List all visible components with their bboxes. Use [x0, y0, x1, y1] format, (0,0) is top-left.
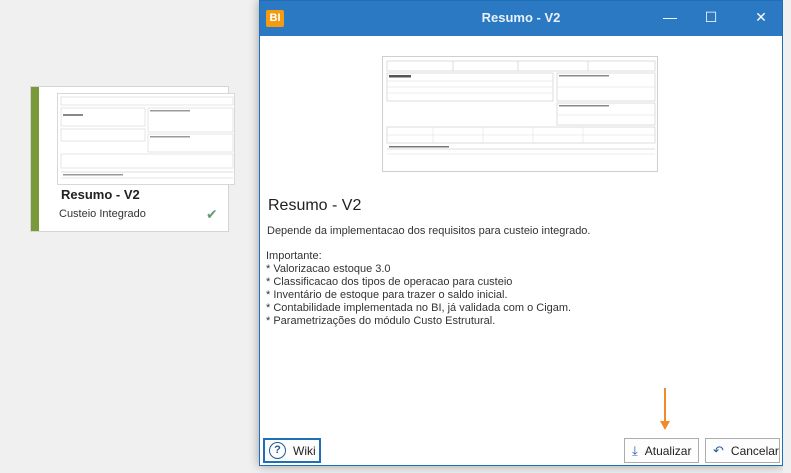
arrow-annotation-drawing [660, 388, 670, 430]
undo-icon: ↶ [713, 442, 724, 458]
check-icon: ✔ [206, 206, 218, 222]
cancel-label: Cancelar [730, 443, 779, 458]
wiki-button[interactable]: ? Wiki [263, 438, 321, 463]
report-description: Depende da implementacao dos requisitos … [267, 225, 591, 237]
note-item: * Parametrizações do módulo Custo Estrut… [266, 315, 496, 327]
close-button[interactable]: ✕ [741, 1, 781, 36]
help-icon: ? [269, 442, 286, 459]
cancel-button[interactable]: ↶ Cancelar [705, 438, 780, 463]
report-notes: Importante: * Valorizacao estoque 3.0 * … [266, 250, 571, 328]
card-thumbnail [57, 93, 235, 185]
card-thumbnail-drawing [58, 94, 234, 184]
arrow-annotation-icon [659, 387, 671, 436]
report-card[interactable]: Resumo - V2 Custeio Integrado ✔ [30, 86, 235, 232]
card-accent-bar [31, 87, 39, 231]
background-edge [783, 0, 791, 473]
report-title: Resumo - V2 [268, 197, 362, 214]
report-detail-dialog: BI Resumo - V2 — ☐ ✕ Resumo - V2 Depende… [259, 0, 783, 466]
note-item: * Contabilidade implementada no BI, já v… [266, 302, 572, 314]
note-item: * Inventário de estoque para trazer o sa… [266, 289, 508, 301]
card-title: Resumo - V2 [61, 187, 140, 202]
update-button[interactable]: ⤓ Atualizar [624, 438, 699, 463]
minimize-button[interactable]: — [650, 1, 690, 36]
dialog-titlebar[interactable]: BI Resumo - V2 — ☐ ✕ [260, 1, 782, 36]
report-preview-image [382, 56, 658, 172]
note-item: * Valorizacao estoque 3.0 [266, 263, 391, 275]
card-subtitle: Custeio Integrado [59, 208, 146, 220]
update-label: Atualizar [644, 443, 692, 458]
report-preview-drawing [383, 57, 657, 171]
maximize-button[interactable]: ☐ [691, 1, 731, 36]
note-item: * Classificacao dos tipos de operacao pa… [266, 276, 513, 288]
download-icon: ⤓ [632, 442, 638, 458]
wiki-label: Wiki [293, 443, 316, 458]
notes-title: Importante: [266, 250, 322, 262]
